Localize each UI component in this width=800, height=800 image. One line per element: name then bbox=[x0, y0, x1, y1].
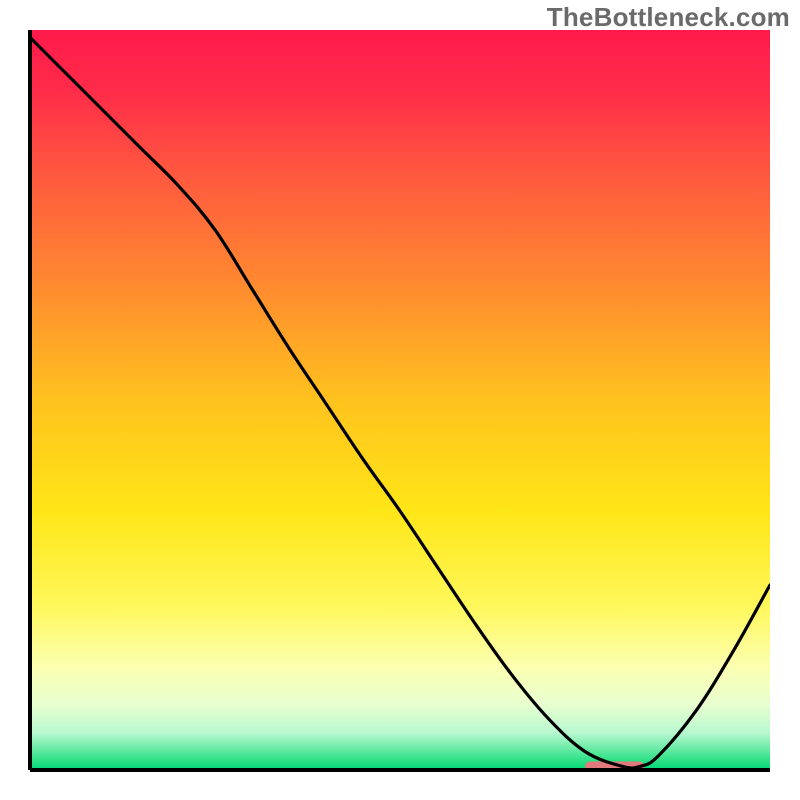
bottleneck-chart bbox=[0, 0, 800, 800]
gradient-background bbox=[30, 30, 770, 770]
chart-frame: TheBottleneck.com bbox=[0, 0, 800, 800]
